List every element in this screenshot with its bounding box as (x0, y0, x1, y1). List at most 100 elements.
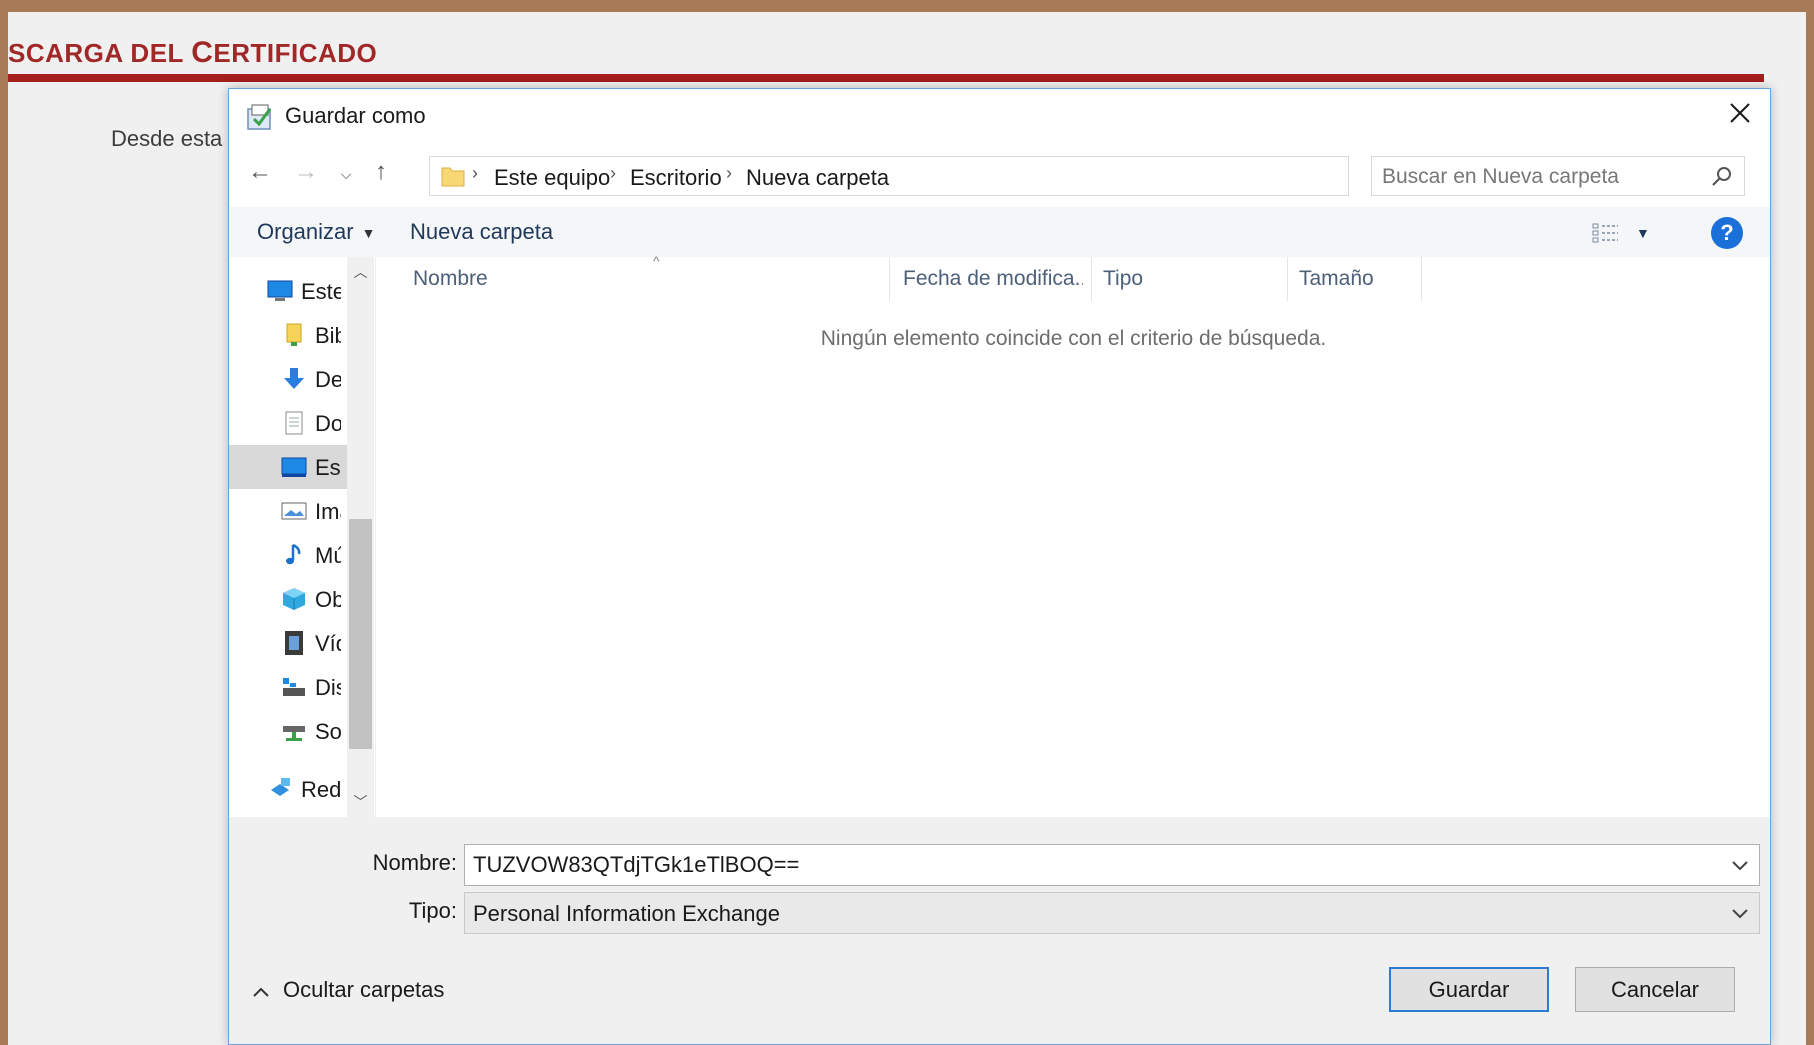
nav-item-videos[interactable]: Vídeos (229, 621, 347, 665)
dialog-titlebar: Guardar como (229, 89, 1770, 145)
chevron-up-icon (253, 977, 275, 1003)
back-button[interactable]: ← (243, 155, 277, 189)
column-separator[interactable] (1287, 257, 1288, 301)
nav-item-label: Este equipo (301, 279, 341, 304)
file-type-dropdown-button[interactable] (1729, 903, 1751, 925)
save-as-icon (247, 104, 272, 130)
column-header-tamano[interactable]: Tamaño (1299, 257, 1419, 301)
objects-3d-icon (283, 588, 305, 610)
column-separator[interactable] (1091, 257, 1092, 301)
nav-item-disco-local[interactable]: Disco local (229, 665, 347, 709)
file-type-label: Tipo: (408, 898, 457, 923)
hide-folders-label: Ocultar carpetas (283, 977, 445, 1002)
chevron-down-icon (1732, 909, 1748, 919)
chevron-up-icon: ︿ (353, 264, 368, 280)
file-list: Nombre ^ Fecha de modifica... Tipo Tamañ… (377, 253, 1770, 817)
new-folder-button[interactable]: Nueva carpeta (410, 219, 553, 245)
nav-item-software[interactable]: Software (229, 709, 347, 753)
nav-item-documentos[interactable]: Documentos (229, 401, 347, 445)
arrow-up-icon: ↑ (375, 158, 387, 185)
breadcrumb-nueva-carpeta[interactable]: Nueva carpeta (746, 165, 889, 191)
details-view-icon (1592, 223, 1618, 243)
documents-icon (285, 411, 303, 435)
help-button[interactable]: ? (1711, 217, 1743, 249)
column-header-label: Nombre (413, 267, 488, 290)
nav-item-bibliotecas[interactable]: Bibliotecas (229, 313, 347, 357)
nav-item-este-equipo[interactable]: Este equipo (229, 269, 347, 313)
breadcrumb-separator-icon: › (610, 163, 616, 183)
nav-item-label: Imágenes (315, 499, 341, 524)
page-title-part-2: ERTIFICADO (213, 38, 378, 68)
organize-label: Organizar (257, 219, 354, 244)
network-drive-icon (283, 726, 305, 741)
column-header-nombre[interactable]: Nombre ^ (413, 253, 889, 301)
nav-item-label: Objetos 3D (315, 587, 341, 612)
breadcrumb-separator-icon: › (472, 163, 478, 183)
page-title-initial-2: C (191, 36, 214, 69)
column-header-tipo[interactable]: Tipo (1103, 257, 1283, 301)
nav-item-descargas[interactable]: Descargas (229, 357, 347, 401)
hide-folders-toggle[interactable]: Ocultar carpetas (253, 977, 444, 1003)
file-name-input[interactable] (473, 851, 1713, 879)
nav-item-escritorio[interactable]: Escritorio (229, 445, 347, 489)
cancel-button[interactable]: Cancelar (1575, 967, 1735, 1012)
close-icon (1730, 103, 1750, 123)
page-intro-text: Desde esta (111, 126, 223, 151)
downloads-icon (284, 368, 304, 389)
file-name-label: Nombre: (372, 850, 457, 875)
library-icon (286, 323, 302, 346)
forward-button[interactable]: → (289, 155, 323, 189)
nav-item-label: Documentos (315, 411, 341, 436)
file-name-combobox[interactable] (464, 844, 1760, 886)
page-title-part-1: SCARGA DEL (8, 38, 192, 68)
nav-item-label: Música (315, 543, 341, 568)
column-header-fecha[interactable]: Fecha de modifica... (903, 257, 1083, 301)
navigation-scrollbar[interactable]: ︿ ﹀ (347, 257, 374, 817)
scroll-up-button[interactable]: ︿ (347, 259, 374, 285)
nav-item-label: Disco local (315, 675, 341, 700)
breadcrumb-separator-icon: › (726, 163, 732, 183)
save-as-dialog: Guardar como ← → ⌵ ↑ › Este equipo › Esc… (228, 88, 1771, 1045)
save-options-panel: Nombre: Tipo: Personal Information Excha… (229, 817, 1770, 1044)
nav-item-imagenes[interactable]: Imágenes (229, 489, 347, 533)
scrollbar-thumb[interactable] (349, 519, 372, 749)
file-name-dropdown-button[interactable] (1729, 855, 1751, 877)
nav-item-label: Software (315, 719, 341, 744)
music-icon (286, 543, 301, 565)
scroll-down-button[interactable]: ﹀ (347, 789, 374, 815)
recent-locations-button[interactable]: ⌵ (329, 157, 363, 191)
desktop-icon (281, 457, 307, 477)
nav-item-label: Red (301, 777, 341, 802)
chevron-down-icon (1732, 861, 1748, 871)
sort-ascending-icon: ^ (653, 253, 660, 269)
page-title: ESCARGA DEL CERTIFICADO (8, 36, 377, 70)
search-input[interactable] (1382, 163, 1682, 191)
search-icon (1712, 167, 1731, 186)
column-separator[interactable] (889, 257, 890, 301)
folder-icon (441, 167, 465, 187)
column-separator[interactable] (1421, 257, 1422, 301)
breadcrumb-escritorio[interactable]: Escritorio (630, 165, 722, 191)
address-bar[interactable]: › Este equipo › Escritorio › Nueva carpe… (429, 156, 1542, 196)
page-title-rule (8, 74, 1764, 82)
empty-list-message: Ningún elemento coincide con el criterio… (820, 327, 1327, 350)
nav-item-objetos-3d[interactable]: Objetos 3D (229, 577, 347, 621)
caret-down-icon: ▼ (361, 225, 376, 242)
arrow-right-icon: → (294, 158, 318, 185)
close-button[interactable] (1710, 89, 1770, 137)
help-icon: ? (1720, 220, 1734, 245)
save-button[interactable]: Guardar (1389, 967, 1549, 1012)
file-type-value: Personal Information Exchange (473, 901, 780, 926)
change-view-button[interactable]: ▼ (1592, 218, 1660, 248)
pictures-icon (281, 502, 307, 520)
command-bar: Organizar ▼ Nueva carpeta ▼ ? (229, 207, 1770, 257)
nav-item-musica[interactable]: Música (229, 533, 347, 577)
organize-menu-button[interactable]: Organizar ▼ (257, 219, 375, 245)
breadcrumb-este-equipo[interactable]: Este equipo (494, 165, 610, 191)
nav-item-label: Escritorio (315, 455, 341, 480)
search-box[interactable] (1371, 156, 1745, 196)
nav-item-red[interactable]: Red (229, 767, 347, 811)
up-button[interactable]: ↑ (364, 155, 398, 189)
file-type-select[interactable]: Personal Information Exchange (464, 892, 1760, 934)
chevron-down-icon: ⌵ (340, 165, 352, 182)
